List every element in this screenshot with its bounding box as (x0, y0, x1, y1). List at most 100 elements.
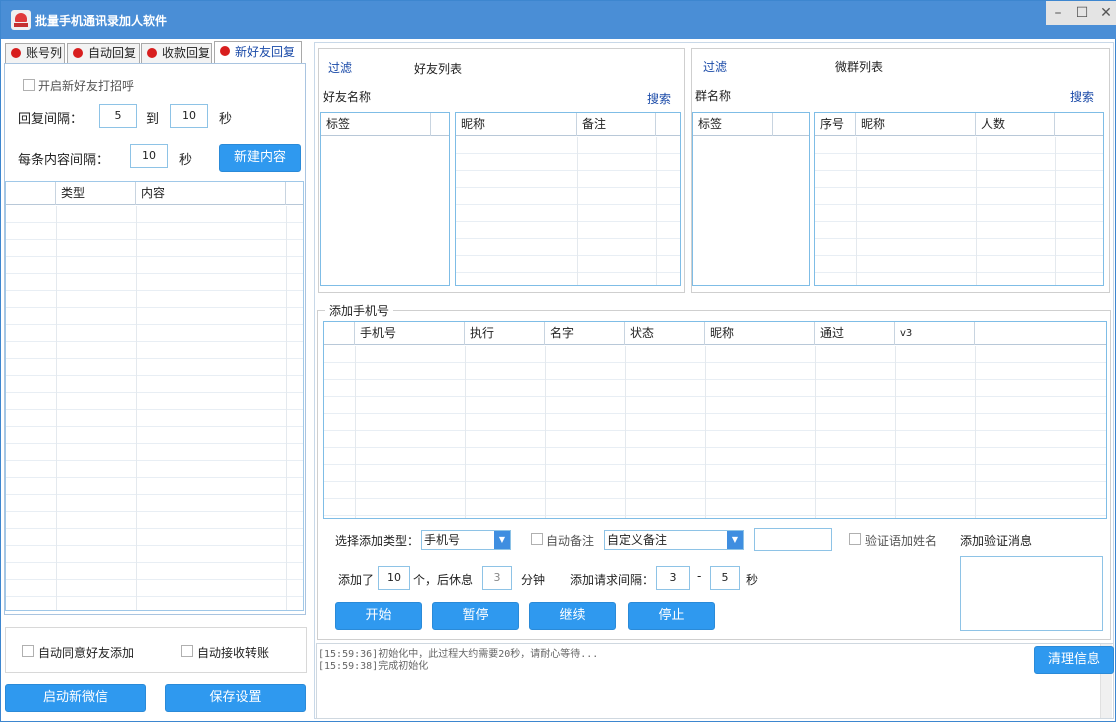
stop-button[interactable]: 停止 (628, 602, 715, 630)
auto-remark-checkbox[interactable] (531, 533, 543, 545)
column-header-nickname: 昵称 (456, 113, 577, 136)
column-divider (577, 137, 578, 285)
auto-remark-label: 自动备注 (546, 534, 595, 548)
column-divider (56, 206, 57, 610)
column-divider (815, 346, 816, 518)
rest-minutes-input[interactable]: 3 (482, 566, 512, 590)
seconds-label: 秒 (746, 573, 759, 587)
column-divider (1055, 137, 1056, 285)
auto-transfer-label: 自动接收转账 (197, 646, 270, 660)
new-content-button[interactable]: 新建内容 (219, 144, 301, 172)
friends-search-link[interactable]: 搜索 (647, 90, 671, 107)
column-divider (705, 346, 706, 518)
column-header-nickname: 昵称 (705, 322, 815, 345)
column-divider (856, 137, 857, 285)
verify-message-textarea[interactable] (960, 556, 1103, 631)
column-header-remark: 备注 (577, 113, 656, 136)
reply-interval-label: 回复间隔： (18, 112, 84, 127)
column-header-status: 状态 (625, 322, 705, 345)
status-dot-icon (220, 46, 230, 56)
group-name-label: 群名称 (695, 89, 732, 103)
tab-payment-reply[interactable]: 收款回复 (141, 43, 212, 63)
group-tags-grid: 标签 (692, 112, 810, 286)
reply-to-input[interactable]: 10 (170, 104, 208, 128)
pause-button[interactable]: 暂停 (432, 602, 519, 630)
dash-label: - (697, 569, 702, 583)
remark-select[interactable]: 自定义备注 ▼ (604, 530, 744, 550)
window-title: 批量手机通讯录加人软件 (35, 14, 168, 28)
column-divider (895, 346, 896, 518)
tab-auto-reply[interactable]: 自动回复 (67, 43, 140, 63)
column-divider (465, 346, 466, 518)
title-bar: 批量手机通讯录加人软件 – ☐ ✕ (1, 1, 1116, 39)
grid-header: 类型 内容 (6, 182, 303, 205)
column-header (6, 182, 56, 205)
tab-label: 新好友回复 (235, 45, 296, 59)
column-header-nickname: 昵称 (856, 113, 976, 136)
groups-search-link[interactable]: 搜索 (1070, 88, 1094, 105)
resume-button[interactable]: 继续 (529, 602, 616, 630)
grid-header: 序号 昵称 人数 (815, 113, 1103, 136)
minimize-icon[interactable]: – (1046, 1, 1070, 25)
app-logo-icon (11, 10, 31, 30)
add-type-select[interactable]: 手机号 ▼ (421, 530, 511, 550)
column-divider (625, 346, 626, 518)
tab-label: 账号列 (26, 46, 63, 60)
column-divider (656, 137, 657, 285)
close-icon[interactable]: ✕ (1094, 1, 1116, 25)
column-header-passed: 通过 (815, 322, 895, 345)
column-header-tag: 标签 (693, 113, 773, 136)
verify-name-label: 验证语加姓名 (865, 534, 938, 548)
content-interval-label: 每条内容间隔： (18, 153, 110, 168)
clear-info-button[interactable]: 清理信息 (1034, 646, 1114, 674)
column-divider (355, 346, 356, 518)
content-interval-input[interactable]: 10 (130, 144, 168, 168)
grid-rows (6, 206, 303, 610)
start-button[interactable]: 开始 (335, 602, 422, 630)
to-label: 到 (146, 112, 160, 127)
phone-grid: 手机号 执行 名字 状态 昵称 通过 v3 (323, 321, 1107, 519)
groups-grid: 序号 昵称 人数 (814, 112, 1104, 286)
add-type-value: 手机号 (424, 533, 461, 547)
column-divider (975, 346, 976, 518)
greet-checkbox[interactable] (23, 79, 35, 91)
remark-text-input[interactable] (754, 528, 832, 551)
groups-filter-link[interactable]: 过滤 (703, 58, 727, 75)
friend-name-label: 好友名称 (323, 90, 372, 104)
friends-grid: 昵称 备注 (455, 112, 681, 286)
grid-header: 标签 (321, 113, 449, 136)
app-window: 批量手机通讯录加人软件 – ☐ ✕ 账号列 自动回复 收款回复 新好友回复 开启… (0, 0, 1116, 722)
grid-header: 手机号 执行 名字 状态 昵称 通过 v3 (324, 322, 1106, 345)
column-header-members: 人数 (976, 113, 1055, 136)
auto-accept-checkbox[interactable] (22, 645, 34, 657)
friends-title: 好友列表 (414, 62, 463, 76)
verify-message-label: 添加验证消息 (960, 534, 1033, 548)
reply-from-input[interactable]: 5 (99, 104, 137, 128)
add-phone-legend: 添加手机号 (325, 302, 394, 319)
tab-accounts[interactable]: 账号列 (5, 43, 65, 63)
tab-new-friend-reply[interactable]: 新好友回复 (214, 41, 302, 63)
minutes-label: 分钟 (521, 573, 546, 587)
column-divider (136, 206, 137, 610)
interval-from-input[interactable]: 3 (656, 566, 690, 590)
friends-filter-link[interactable]: 过滤 (328, 59, 352, 76)
status-dot-icon (11, 48, 21, 58)
interval-to-input[interactable]: 5 (710, 566, 740, 590)
verify-name-checkbox[interactable] (849, 533, 861, 545)
column-header-v3: v3 (895, 322, 975, 345)
column-header-index: 序号 (815, 113, 856, 136)
save-settings-button[interactable]: 保存设置 (165, 684, 306, 712)
start-wechat-button[interactable]: 启动新微信 (5, 684, 146, 712)
request-interval-label: 添加请求间隔： (570, 573, 655, 587)
grid-rows (815, 137, 1103, 285)
log-line: [15:59:38]完成初始化 (318, 661, 429, 672)
grid-header: 标签 (693, 113, 809, 136)
column-header-content: 内容 (136, 182, 286, 205)
added-count-input[interactable]: 10 (378, 566, 410, 590)
remark-value: 自定义备注 (607, 533, 668, 547)
maximize-icon[interactable]: ☐ (1070, 1, 1094, 25)
auto-transfer-checkbox[interactable] (181, 645, 193, 657)
tab-label: 自动回复 (88, 46, 137, 60)
column-divider (545, 346, 546, 518)
status-dot-icon (147, 48, 157, 58)
